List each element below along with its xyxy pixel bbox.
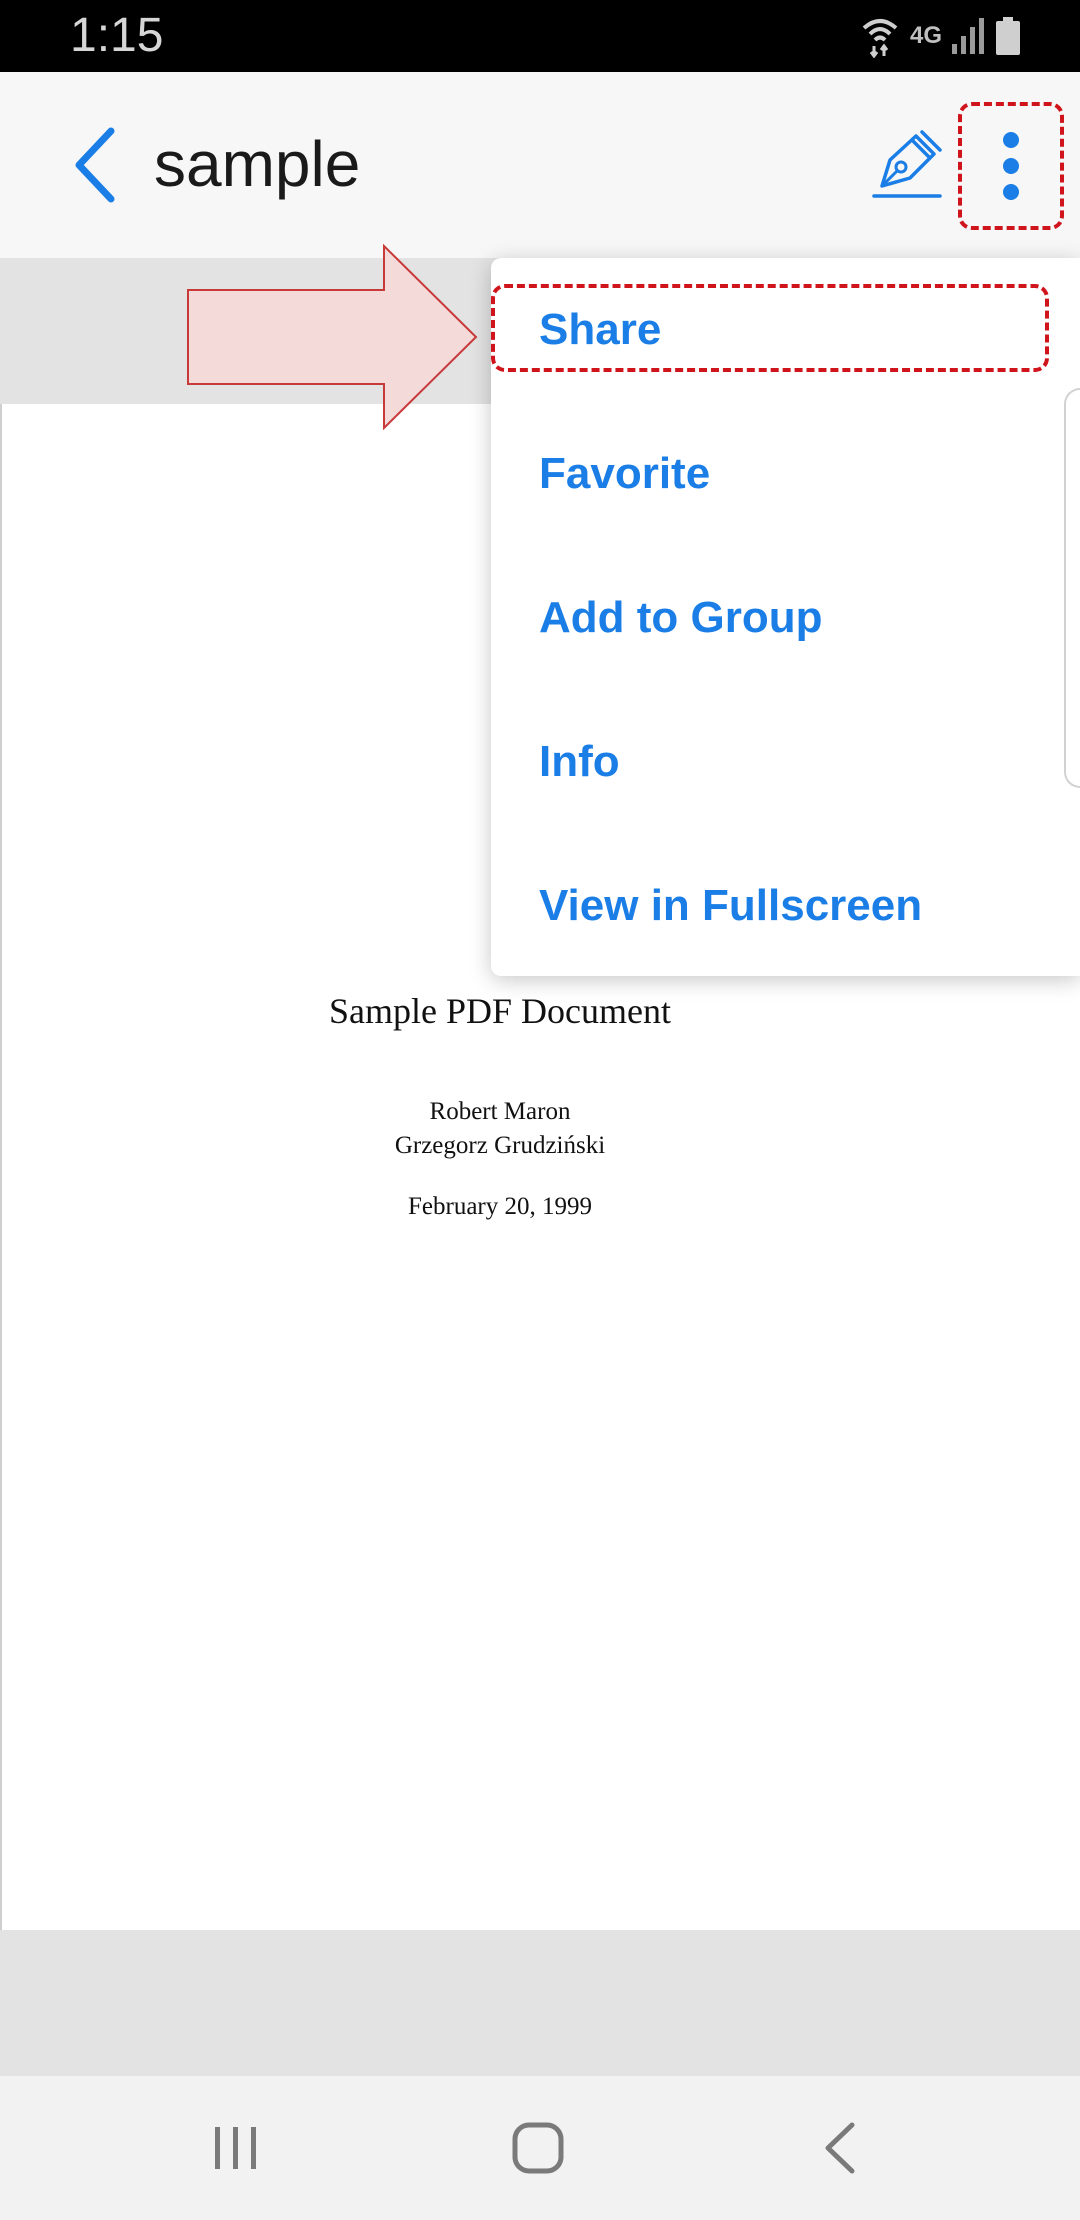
pdf-author: Grzegorz Grudziński: [394, 1132, 606, 1159]
page-gutter-bottom: [0, 1930, 1080, 2076]
pdf-document-title: Sample PDF Document: [329, 991, 671, 1031]
menu-item-favorite[interactable]: Favorite: [491, 402, 1080, 546]
menu-item-info[interactable]: Info: [491, 690, 1080, 834]
more-vert-icon: [1003, 132, 1019, 200]
status-bar: 1:15 4G: [0, 0, 1080, 72]
back-button[interactable]: [60, 120, 130, 210]
network-type-label: 4G: [909, 22, 942, 49]
pdf-author: Robert Maron: [429, 1098, 571, 1125]
signal-icon: [952, 18, 984, 54]
recents-button[interactable]: [186, 2106, 286, 2190]
system-back-button[interactable]: [790, 2106, 890, 2190]
home-button[interactable]: [488, 2106, 588, 2190]
wifi-icon: [862, 19, 898, 58]
recents-icon: [215, 2127, 256, 2169]
menu-item-view-fullscreen[interactable]: View in Fullscreen: [491, 834, 1080, 978]
battery-icon: [996, 17, 1020, 55]
overflow-menu: Share Favorite Add to Group Info View in…: [491, 258, 1080, 976]
page-title: sample: [154, 128, 361, 200]
arrow-annotation-icon: [187, 244, 478, 430]
status-icons: 4G: [860, 14, 1020, 58]
menu-item-add-to-group[interactable]: Add to Group: [491, 546, 1080, 690]
scroll-handle[interactable]: [1064, 388, 1080, 788]
sign-button[interactable]: [868, 124, 948, 204]
more-options-button[interactable]: [958, 102, 1064, 230]
back-arrow-icon: [75, 127, 115, 203]
pen-sign-icon: [872, 130, 942, 198]
status-time: 1:15: [70, 9, 164, 62]
pdf-date: February 20, 1999: [408, 1193, 592, 1220]
screen: 1:15 4G sample Sample PDF Document Rober…: [0, 0, 1080, 2220]
menu-item-share[interactable]: Share: [491, 258, 1080, 402]
home-icon: [512, 2122, 564, 2174]
back-icon: [825, 2122, 855, 2174]
app-bar: sample: [0, 72, 1080, 258]
navigation-bar: [0, 2076, 1080, 2220]
